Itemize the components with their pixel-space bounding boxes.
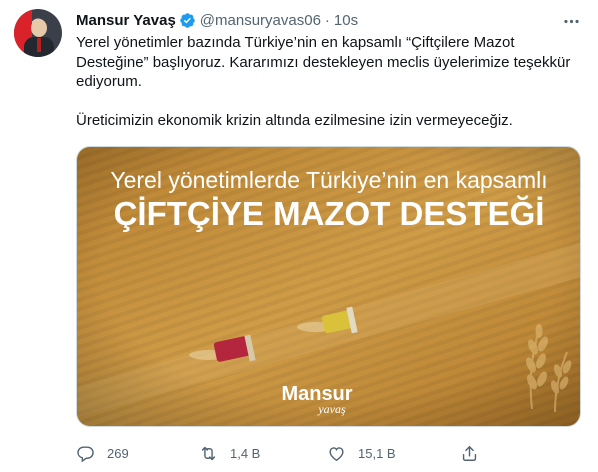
tweet-text: Yerel yönetimler bazında Türkiye’nin en … [76,33,586,130]
like-count: 15,1 B [358,445,396,461]
avatar[interactable] [14,9,62,57]
tweet-paragraph-2: Üreticimizin ekonomik krizin altında ezi… [76,111,513,129]
tweet-header: Mansur Yavaş @mansuryavas06 · 10s [76,10,358,30]
logo-sub: yavaş [317,402,346,416]
avatar-tie [37,38,41,52]
like-button[interactable]: 15,1 B [327,440,396,466]
tweet[interactable]: Mansur Yavaş @mansuryavas06 · 10s Yerel … [0,0,598,472]
heart-icon [329,446,344,461]
tweet-time[interactable]: 10s [334,12,358,29]
image-headline-line1: Yerel yönetimlerde Türkiye’nin en kapsam… [110,167,547,193]
separator-dot: · [324,11,330,29]
reply-count: 269 [107,445,129,461]
reply-button[interactable]: 269 [76,440,129,466]
retweet-count: 1,4 B [230,445,261,461]
tweet-paragraph-1: Yerel yönetimler bazında Türkiye’nin en … [76,34,571,90]
verified-badge-icon [180,12,195,28]
share-button[interactable] [460,440,479,466]
avatar-face [31,19,47,37]
more-dots-icon [563,19,579,23]
tweet-actions: 269 1,4 B 15,1 B [76,440,581,466]
share-icon [462,445,477,461]
author-handle[interactable]: @mansuryavas06 [200,12,321,29]
retweet-button[interactable]: 1,4 B [199,440,260,466]
retweet-icon [201,446,216,460]
tweet-image-graphic: Yerel yönetimlerde Türkiye’nin en kapsam… [77,147,580,426]
more-options-button[interactable] [560,10,582,32]
tweet-image[interactable]: Yerel yönetimlerde Türkiye’nin en kapsam… [76,146,581,427]
author-name[interactable]: Mansur Yavaş [76,12,176,29]
reply-icon [77,445,94,462]
image-headline-line2: ÇİFTÇİYE MAZOT DESTEĞİ [114,195,545,232]
